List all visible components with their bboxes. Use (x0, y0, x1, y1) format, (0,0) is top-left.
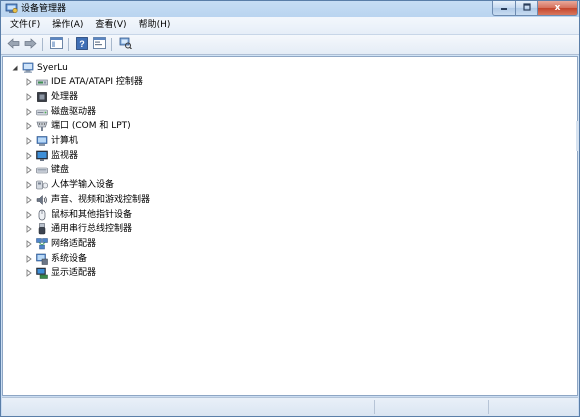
tree-item-label: 显示适配器 (51, 268, 97, 279)
disk-drive-icon (36, 106, 48, 118)
device-category-list: IDE ATA/ATAPI 控制器 处理器 磁盘驱动器 端口 (COM 和 LP… (25, 75, 150, 281)
back-button[interactable] (5, 37, 21, 52)
forward-button[interactable] (22, 37, 38, 52)
tree-item-computer[interactable]: 计算机 (25, 134, 150, 149)
tree-item-monitor[interactable]: 监视器 (25, 148, 150, 163)
maximize-icon (522, 3, 531, 13)
monitor-icon (36, 150, 48, 162)
tree-item-label: 系统设备 (51, 253, 88, 264)
close-icon: x (554, 3, 561, 13)
device-manager-app-icon (5, 3, 18, 14)
menu-bar: 文件(F) 操作(A) 查看(V) 帮助(H) (1, 17, 579, 35)
toolbar: ? (1, 35, 579, 55)
minimize-button[interactable] (492, 1, 516, 16)
ide-controller-icon (36, 76, 48, 88)
menu-file[interactable]: 文件(F) (5, 18, 45, 33)
tree-item-label: 监视器 (51, 150, 79, 161)
collapse-arrow-icon[interactable] (11, 64, 19, 72)
tree-item-label: 鼠标和其他指针设备 (51, 209, 133, 220)
window-edge-highlight (576, 121, 579, 151)
scan-hardware-button[interactable] (117, 37, 133, 52)
tree-item-processor[interactable]: 处理器 (25, 90, 150, 105)
status-bar (2, 397, 578, 416)
expand-arrow-icon[interactable] (25, 254, 33, 263)
toolbar-separator (111, 38, 112, 51)
expand-arrow-icon[interactable] (25, 181, 33, 190)
expand-arrow-icon[interactable] (25, 210, 33, 219)
hid-icon (36, 179, 48, 191)
scan-hardware-icon (119, 37, 132, 52)
display-adapter-icon (36, 267, 48, 280)
device-tree-pane[interactable]: SyerLu IDE ATA/ATAPI 控制器 处理器 磁盘驱动器 端口 (C… (2, 56, 578, 396)
tree-item-label: 磁盘驱动器 (51, 106, 97, 117)
computer-icon (22, 62, 34, 74)
status-bar-divider (374, 400, 375, 414)
expand-arrow-icon[interactable] (25, 195, 33, 204)
expand-arrow-icon[interactable] (25, 166, 33, 175)
tree-item-display-adapter[interactable]: 显示适配器 (25, 266, 150, 281)
properties-button[interactable] (91, 37, 107, 52)
maximize-button[interactable] (516, 1, 538, 16)
tree-item-sound[interactable]: 声音、视频和游戏控制器 (25, 193, 150, 208)
properties-icon (92, 37, 106, 52)
close-button[interactable]: x (538, 1, 578, 16)
tree-item-network-adapter[interactable]: 网络适配器 (25, 237, 150, 252)
tree-item-ports[interactable]: 端口 (COM 和 LPT) (25, 119, 150, 134)
expand-arrow-icon[interactable] (25, 93, 33, 101)
window-title: 设备管理器 (21, 4, 67, 14)
tree-item-hid[interactable]: 人体学输入设备 (25, 178, 150, 193)
tree-item-disk-drive[interactable]: 磁盘驱动器 (25, 104, 150, 119)
expand-arrow-icon[interactable] (25, 122, 33, 131)
expand-arrow-icon[interactable] (25, 240, 33, 248)
expand-arrow-icon[interactable] (25, 78, 33, 87)
tree-item-label: 键盘 (51, 165, 70, 176)
tree-root-node[interactable]: SyerLu (11, 61, 68, 75)
tree-item-keyboard[interactable]: 键盘 (25, 163, 150, 178)
tree-item-mouse[interactable]: 鼠标和其他指针设备 (25, 207, 150, 222)
title-bar[interactable]: 设备管理器 x (1, 1, 579, 17)
tree-item-label: 处理器 (51, 92, 79, 103)
window-controls: x (492, 1, 578, 16)
minimize-icon (500, 3, 508, 13)
tree-item-system-devices[interactable]: 系统设备 (25, 251, 150, 266)
tree-item-label: 声音、视频和游戏控制器 (51, 194, 151, 205)
tree-item-label: 通用串行总线控制器 (51, 224, 133, 235)
processor-icon (36, 91, 48, 103)
computer-icon (36, 135, 48, 147)
expand-arrow-icon[interactable] (25, 137, 33, 145)
usb-icon (36, 223, 48, 235)
show-hide-console-tree-button[interactable] (48, 37, 64, 52)
tree-item-label: IDE ATA/ATAPI 控制器 (51, 77, 143, 88)
tree-item-usb[interactable]: 通用串行总线控制器 (25, 222, 150, 237)
mouse-icon (36, 209, 48, 221)
back-arrow-icon (6, 37, 20, 52)
show-hide-console-tree-icon (49, 37, 63, 52)
tree-item-label: 人体学输入设备 (51, 180, 115, 191)
status-bar-divider (488, 400, 489, 414)
sound-icon (36, 194, 48, 206)
system-device-icon (36, 253, 48, 265)
menu-action[interactable]: 操作(A) (47, 18, 88, 33)
keyboard-icon (36, 164, 48, 176)
tree-item-ide-controller[interactable]: IDE ATA/ATAPI 控制器 (25, 75, 150, 90)
port-icon (36, 120, 48, 132)
expand-arrow-icon[interactable] (25, 269, 33, 278)
expand-arrow-icon[interactable] (25, 151, 33, 160)
expand-arrow-icon[interactable] (25, 225, 33, 234)
toolbar-separator (42, 38, 43, 51)
tree-item-label: 端口 (COM 和 LPT) (51, 121, 131, 132)
forward-arrow-icon (24, 37, 37, 52)
svg-text:?: ? (79, 39, 85, 49)
tree-root-label: SyerLu (37, 63, 68, 73)
tree-item-label: 计算机 (51, 136, 79, 147)
toolbar-separator (68, 38, 69, 51)
help-icon: ? (76, 36, 88, 53)
device-manager-window: 设备管理器 x 文件(F) 操作(A) 查看(V) 帮助(H) ? SyerLu… (0, 0, 580, 417)
menu-view[interactable]: 查看(V) (90, 18, 131, 33)
expand-arrow-icon[interactable] (25, 107, 33, 116)
tree-item-label: 网络适配器 (51, 238, 97, 249)
menu-help[interactable]: 帮助(H) (134, 18, 176, 33)
network-adapter-icon (36, 238, 48, 250)
help-button[interactable]: ? (74, 36, 90, 53)
